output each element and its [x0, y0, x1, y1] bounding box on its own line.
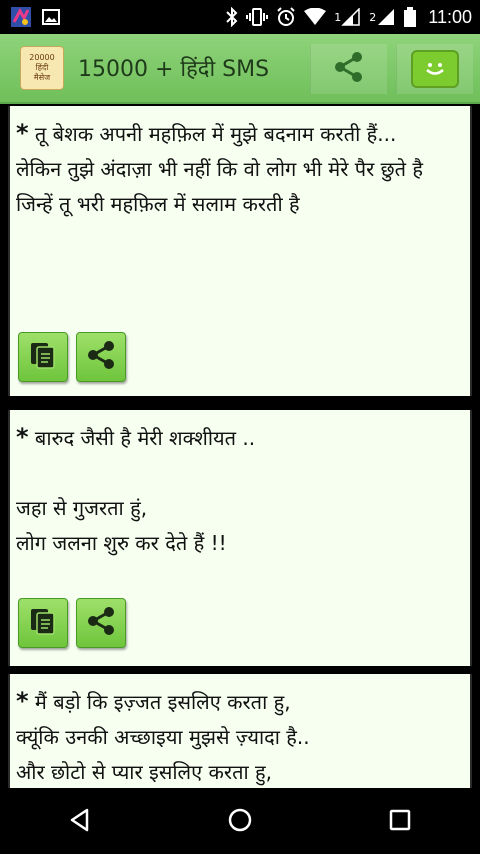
share-icon — [85, 605, 117, 641]
sim1-label: 1 — [334, 10, 342, 24]
share-button[interactable] — [76, 598, 126, 648]
copy-icon — [28, 606, 58, 640]
share-icon — [85, 339, 117, 375]
navigation-bar — [0, 790, 480, 854]
app-notification-icon — [10, 6, 32, 28]
sms-bullet: * — [16, 687, 29, 715]
sms-bullet: * — [16, 119, 29, 147]
bluetooth-icon — [226, 7, 238, 27]
app-title: 15000 + हिंदी SMS — [78, 57, 270, 82]
share-button[interactable] — [76, 332, 126, 382]
home-icon — [227, 807, 253, 837]
smiley-chat-icon — [411, 50, 459, 88]
home-button[interactable] — [210, 797, 270, 847]
app-logo-line2: हिंदी — [35, 63, 49, 72]
copy-button[interactable] — [18, 598, 68, 648]
alarm-icon — [276, 7, 296, 27]
battery-icon — [404, 7, 417, 27]
sms-body: तू बेशक अपनी महफ़िल में मुझे बदनाम करती … — [16, 122, 424, 216]
sms-card: * तू बेशक अपनी महफ़िल में मुझे बदनाम करत… — [8, 106, 472, 396]
wifi-icon — [304, 8, 327, 26]
sms-body: मैं बड़ो कि इज़्जत इसलिए करता हु, क्यूंक… — [16, 690, 310, 784]
signal-sim2-icon: 2 — [369, 8, 396, 26]
status-time: 11:00 — [428, 6, 472, 27]
sms-bullet: * — [16, 423, 29, 451]
back-button[interactable] — [50, 797, 110, 847]
app-logo-line3: मैसेज — [33, 73, 51, 82]
sms-card: * मैं बड़ो कि इज़्जत इसलिए करता हु, क्यू… — [8, 674, 472, 788]
sms-text: * बारुद जैसी है मेरी शक्शीयत .. जहा से ग… — [16, 420, 462, 561]
app-logo[interactable]: 20000 हिंदी मैसेज — [20, 46, 64, 90]
app-bar: 20000 हिंदी मैसेज 15000 + हिंदी SMS — [0, 34, 480, 104]
recents-icon — [388, 808, 412, 836]
image-notification-icon — [42, 8, 60, 26]
sms-text: * मैं बड़ो कि इज़्जत इसलिए करता हु, क्यू… — [16, 684, 462, 788]
status-bar: 1 2 11:00 — [0, 0, 480, 34]
vibrate-icon — [246, 8, 269, 26]
app-bar-chat-button[interactable] — [396, 44, 473, 94]
app-bar-share-button[interactable] — [310, 44, 387, 94]
sim2-label: 2 — [369, 10, 377, 24]
copy-button[interactable] — [18, 332, 68, 382]
signal-sim1-icon: 1 — [334, 8, 361, 26]
sms-list[interactable]: * तू बेशक अपनी महफ़िल में मुझे बदनाम करत… — [0, 106, 480, 788]
share-icon — [331, 49, 367, 89]
recents-button[interactable] — [370, 797, 430, 847]
app-logo-line1: 20000 — [29, 53, 55, 62]
back-icon — [67, 807, 93, 837]
sms-card: * बारुद जैसी है मेरी शक्शीयत .. जहा से ग… — [8, 410, 472, 666]
copy-icon — [28, 340, 58, 374]
sms-text: * तू बेशक अपनी महफ़िल में मुझे बदनाम करत… — [16, 116, 462, 222]
sms-body: बारुद जैसी है मेरी शक्शीयत .. जहा से गुज… — [16, 426, 256, 555]
